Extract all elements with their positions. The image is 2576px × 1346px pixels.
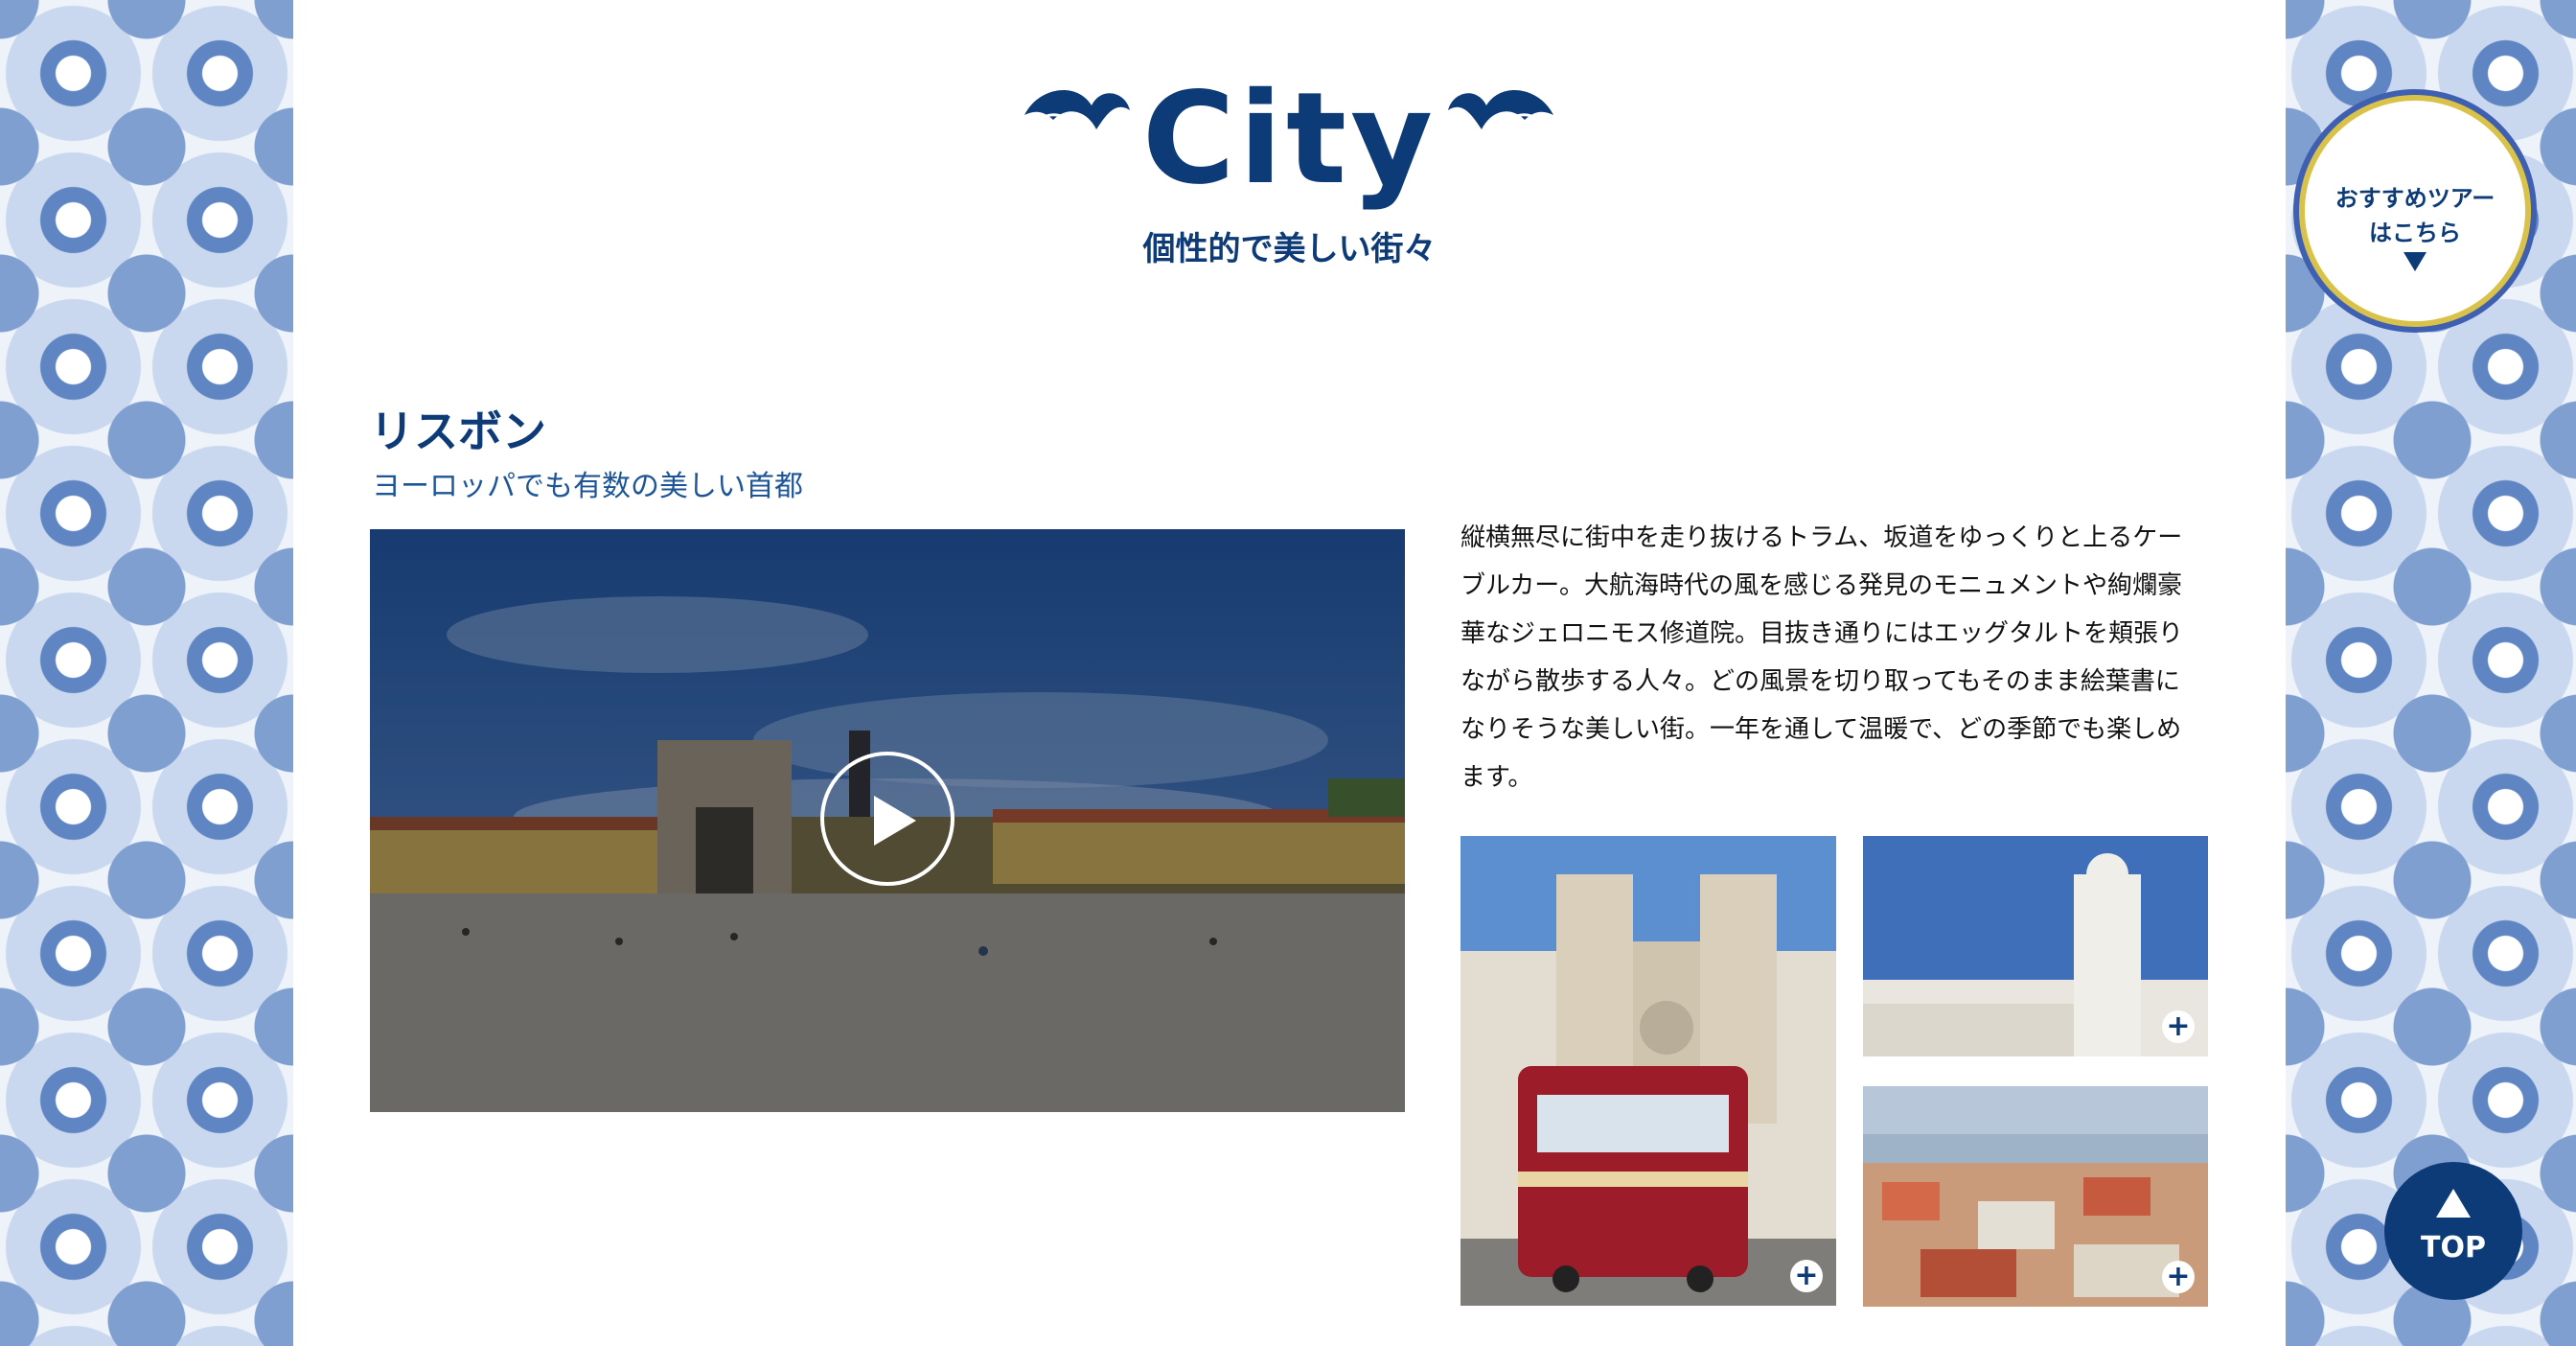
plus-icon[interactable] — [2162, 1261, 2195, 1293]
monastery-image — [1863, 836, 2208, 1056]
main-content: City 個性的で美しい街々 リスボン ヨーロッパでも有数の美しい首都 縦横無尽… — [293, 0, 2286, 1346]
page-subtitle: 個性的で美しい街々 — [1142, 230, 1437, 268]
page-title: City — [1141, 65, 1438, 213]
back-to-top-button[interactable]: TOP — [2384, 1162, 2522, 1300]
arrow-up-icon — [2436, 1189, 2471, 1218]
wave-ornament-left-icon — [1024, 89, 1130, 130]
section-heading: City — [293, 67, 2286, 211]
city-tagline: ヨーロッパでも有数の美しい首都 — [372, 470, 803, 503]
tram-cathedral-image — [1460, 836, 1836, 1306]
recommended-tour-button[interactable]: おすすめツアー はこちら — [2305, 101, 2525, 321]
top-button-label: TOP — [2421, 1231, 2486, 1265]
wave-ornament-right-icon — [1448, 89, 1553, 130]
city-video[interactable] — [370, 529, 1405, 1112]
city-view-image — [1863, 1086, 2208, 1307]
photo-tram-cathedral[interactable] — [1460, 836, 1836, 1306]
photo-monastery[interactable] — [1863, 836, 2208, 1056]
tour-badge-line2: はこちら — [2369, 220, 2461, 246]
tour-badge-line1: おすすめツアー — [2334, 185, 2496, 212]
chevron-down-icon — [2404, 252, 2426, 271]
azulejo-tile-left — [0, 0, 293, 1346]
photo-city-view[interactable] — [1863, 1086, 2208, 1307]
city-name: リスボン — [370, 406, 546, 457]
plus-icon[interactable] — [1790, 1260, 1823, 1292]
plus-icon[interactable] — [2162, 1010, 2195, 1043]
city-description: 縦横無尽に街中を走り抜けるトラム、坂道をゆっくりと上るケーブルカー。大航海時代の… — [1460, 523, 2184, 792]
play-icon[interactable] — [820, 752, 954, 886]
